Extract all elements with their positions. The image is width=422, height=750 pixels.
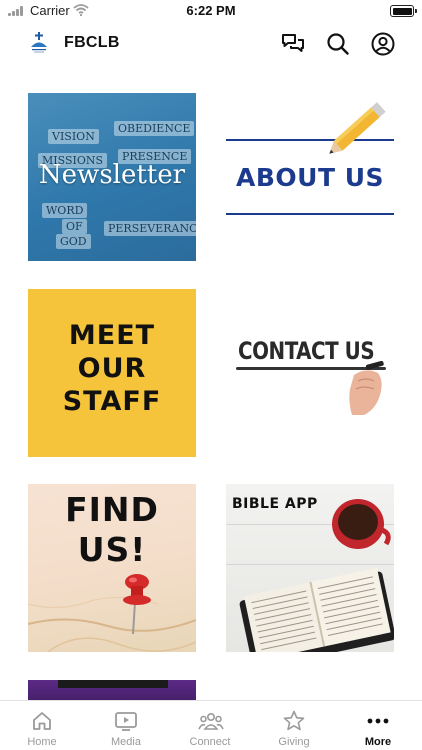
newsletter-tile[interactable]: VISION OBEDIENCE MISSIONS PRESENCE WORD … [28,93,196,261]
tile-word: WORD [42,203,88,218]
play-screen-icon [115,712,137,731]
tab-label: Media [111,736,141,748]
tab-media[interactable]: Media [84,701,168,750]
tab-label: Home [27,736,57,748]
tile-word: OBEDIENCE [114,121,195,136]
home-icon [33,712,51,730]
tile-word: OF [62,219,87,234]
tile-word: VISION [48,129,99,144]
tab-label: More [364,736,392,748]
people-icon [198,713,224,730]
contact-us-tile[interactable]: CONTACT US [226,289,394,457]
tab-more[interactable]: More [336,701,420,750]
status-time: 6:22 PM [186,3,236,18]
star-icon [283,710,305,731]
more-dots-icon [367,718,389,724]
tab-label: Connect [189,736,231,748]
tile-word: GOD [56,234,91,249]
about-us-tile[interactable]: ABOUT US [226,93,394,261]
app-title: FBCLB [64,34,120,51]
pencil-icon [329,102,386,154]
divider-line [226,213,394,215]
status-bar: Carrier 6:22 PM [0,0,422,22]
tab-giving[interactable]: Giving [252,701,336,750]
app-header: FBCLB [0,22,422,66]
find-us-title: FIND US! [65,490,159,569]
tile-image-strip [58,680,168,688]
chat-bubbles-icon[interactable] [280,31,306,57]
map-pin-icon [123,574,151,635]
coffee-cup-icon [332,499,391,549]
tab-label: Giving [278,736,310,748]
about-us-title: ABOUT US [235,163,385,192]
map-lines-icon [28,596,196,652]
battery-icon [390,5,417,17]
bible-app-title: BIBLE APP [232,496,318,512]
meet-our-staff-title: MEET OUR STAFF [62,320,162,417]
partial-tile[interactable] [28,680,196,700]
open-bible-icon [239,567,394,652]
tab-home[interactable]: Home [0,701,84,750]
bible-app-tile[interactable]: BIBLE APP [226,484,394,652]
tile-word: PERSEVERANCE [104,221,196,236]
tab-connect[interactable]: Connect [168,701,252,750]
meet-our-staff-tile[interactable]: MEET OUR STAFF [28,289,196,457]
hand-with-marker-icon [349,361,384,415]
church-logo-icon[interactable] [28,31,50,55]
account-icon[interactable] [370,31,396,57]
tab-bar: Home Media Connect Giving More [0,700,422,750]
search-icon[interactable] [325,31,351,57]
newsletter-title: Newsletter [38,160,186,190]
find-us-tile[interactable]: FIND US! [28,484,196,652]
